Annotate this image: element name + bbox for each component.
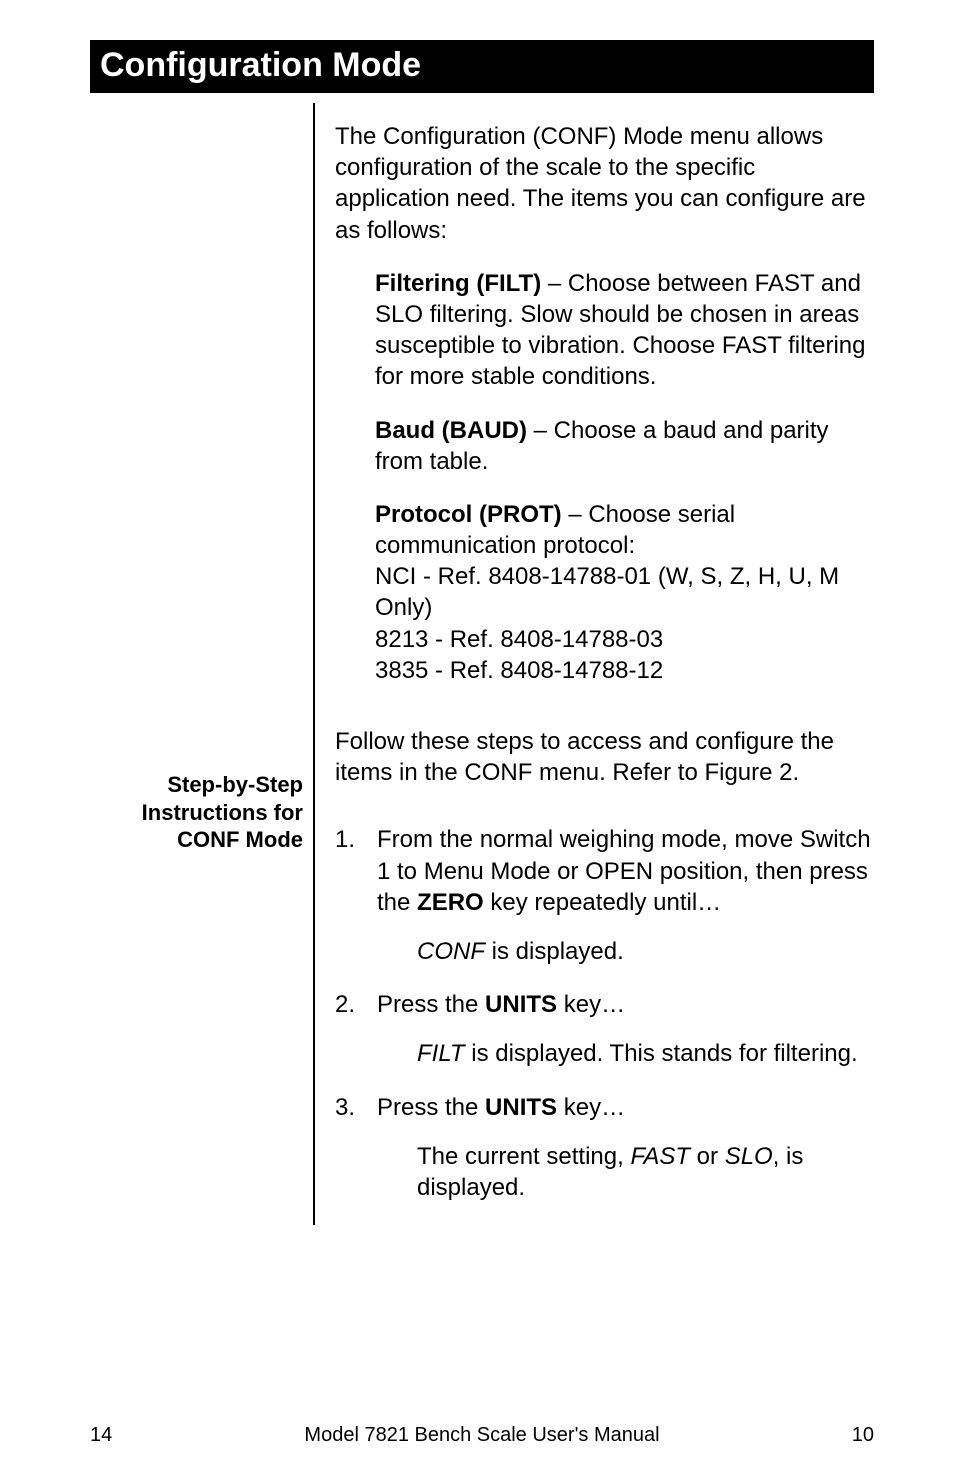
step-2-text-b: key… xyxy=(557,991,625,1018)
step-2-sub-italic: FILT xyxy=(417,1040,465,1067)
step-3-key: UNITS xyxy=(485,1094,557,1121)
filtering-head: Filtering (FILT) xyxy=(375,270,541,297)
section-title-bar: Configuration Mode xyxy=(90,40,874,93)
sidebar-line-3: CONF Mode xyxy=(177,827,303,852)
step-2-text-a: Press the xyxy=(377,991,485,1018)
sidebar-line-2: Instructions for xyxy=(142,800,303,825)
step-1-key: ZERO xyxy=(417,889,484,916)
filtering-block: Filtering (FILT) – Choose between FAST a… xyxy=(375,268,874,393)
step-1-sub: CONF is displayed. xyxy=(417,936,874,967)
step-3: 3. Press the UNITS key… xyxy=(335,1092,874,1123)
protocol-ref-2: 8213 - Ref. 8408-14788-03 xyxy=(375,626,663,653)
step-3-sub-i1: FAST xyxy=(630,1143,690,1170)
sidebar-column: Step-by-Step Instructions for CONF Mode xyxy=(90,103,315,1225)
step-3-sub-a: The current setting, xyxy=(417,1143,630,1170)
step-1: 1. From the normal weighing mode, move S… xyxy=(335,824,874,918)
sidebar-line-1: Step-by-Step xyxy=(167,772,303,797)
step-3-text-b: key… xyxy=(557,1094,625,1121)
footer-page-right: 10 xyxy=(852,1424,874,1447)
step-1-number: 1. xyxy=(335,824,377,918)
step-2: 2. Press the UNITS key… xyxy=(335,989,874,1020)
intro-paragraph: The Configuration (CONF) Mode menu allow… xyxy=(335,121,874,246)
step-2-number: 2. xyxy=(335,989,377,1020)
step-2-sub: FILT is displayed. This stands for filte… xyxy=(417,1038,874,1069)
step-2-key: UNITS xyxy=(485,991,557,1018)
two-column-layout: Step-by-Step Instructions for CONF Mode … xyxy=(90,103,874,1225)
step-2-sub-rest: is displayed. This stands for filtering. xyxy=(465,1040,858,1067)
section-title: Configuration Mode xyxy=(100,46,421,84)
follow-paragraph: Follow these steps to access and configu… xyxy=(335,726,874,788)
protocol-block: Protocol (PROT) – Choose serial communic… xyxy=(375,499,874,686)
footer-manual-title: Model 7821 Bench Scale User's Manual xyxy=(112,1424,852,1447)
footer-page-left: 14 xyxy=(90,1424,112,1447)
step-1-text-b: key repeatedly until… xyxy=(484,889,721,916)
page: Configuration Mode Step-by-Step Instruct… xyxy=(0,0,954,1475)
baud-head: Baud (BAUD) xyxy=(375,417,527,444)
page-footer: 14 Model 7821 Bench Scale User's Manual … xyxy=(90,1424,874,1447)
step-2-body: Press the UNITS key… xyxy=(377,989,874,1020)
protocol-ref-1: NCI - Ref. 8408-14788-01 (W, S, Z, H, U,… xyxy=(375,563,839,621)
step-1-sub-italic: CONF xyxy=(417,938,485,965)
content-column: The Configuration (CONF) Mode menu allow… xyxy=(315,103,874,1225)
protocol-head: Protocol (PROT) xyxy=(375,501,562,528)
step-1-sub-rest: is displayed. xyxy=(485,938,624,965)
step-3-sub: The current setting, FAST or SLO, is dis… xyxy=(417,1141,874,1203)
sidebar-heading: Step-by-Step Instructions for CONF Mode xyxy=(93,771,303,854)
step-3-sub-m: or xyxy=(690,1143,725,1170)
step-3-text-a: Press the xyxy=(377,1094,485,1121)
step-3-sub-i2: SLO xyxy=(725,1143,773,1170)
baud-block: Baud (BAUD) – Choose a baud and parity f… xyxy=(375,415,874,477)
step-1-body: From the normal weighing mode, move Swit… xyxy=(377,824,874,918)
protocol-ref-3: 3835 - Ref. 8408-14788-12 xyxy=(375,657,663,684)
step-3-body: Press the UNITS key… xyxy=(377,1092,874,1123)
step-3-number: 3. xyxy=(335,1092,377,1123)
